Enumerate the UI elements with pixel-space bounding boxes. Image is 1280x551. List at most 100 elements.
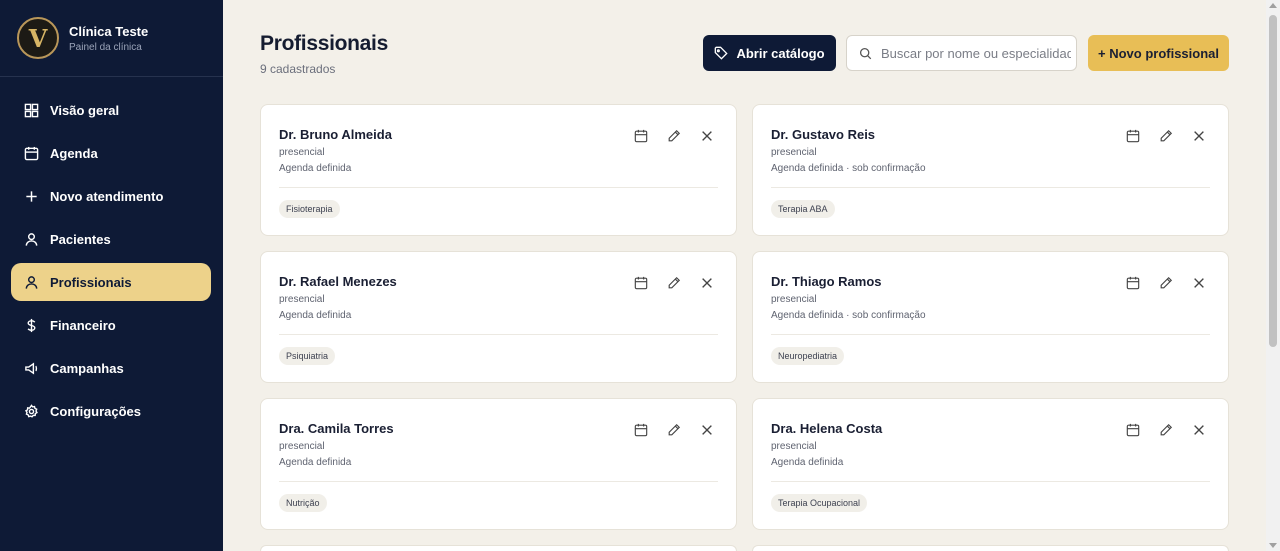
- professional-name: Dr. Rafael Menezes: [279, 274, 397, 289]
- sidebar-item-label: Financeiro: [50, 317, 116, 333]
- schedule-status: Agenda definida: [279, 163, 352, 174]
- schedule-button[interactable]: [634, 276, 648, 290]
- card-divider: [279, 334, 718, 335]
- professional-card: [260, 545, 737, 551]
- pencil-icon: [668, 129, 681, 142]
- dashboard-icon: [24, 103, 39, 117]
- megaphone-icon: [25, 361, 38, 375]
- service-mode: presencial: [771, 441, 817, 452]
- remove-button[interactable]: [1192, 129, 1206, 143]
- edit-button[interactable]: [1159, 129, 1173, 143]
- edit-button[interactable]: [667, 276, 681, 290]
- sidebar-item-visao-geral[interactable]: Visão geral: [11, 91, 211, 129]
- edit-button[interactable]: [1159, 276, 1173, 290]
- card-divider: [771, 481, 1210, 482]
- schedule-button[interactable]: [634, 423, 648, 437]
- sidebar: V Clínica Teste Painel da clínica Visão …: [0, 0, 223, 551]
- plus-icon: [26, 190, 37, 202]
- pencil-icon: [1160, 129, 1173, 142]
- card-divider: [279, 187, 718, 188]
- calendar-icon: [1126, 129, 1140, 143]
- edit-button[interactable]: [1159, 423, 1173, 437]
- pencil-icon: [1160, 276, 1173, 289]
- service-mode: presencial: [771, 294, 817, 305]
- close-icon: [1194, 425, 1204, 435]
- clinic-subtitle: Painel da clínica: [69, 41, 142, 53]
- schedule-button[interactable]: [1126, 423, 1140, 437]
- sidebar-item-label: Pacientes: [50, 231, 111, 247]
- sidebar-item-configuracoes[interactable]: Configurações: [11, 392, 211, 430]
- specialty-badge: Fisioterapia: [279, 200, 340, 218]
- sidebar-item-label: Campanhas: [50, 360, 124, 376]
- professional-count: 9 cadastrados: [260, 62, 336, 76]
- service-mode: presencial: [771, 147, 817, 158]
- professional-name: Dr. Thiago Ramos: [771, 274, 882, 289]
- sidebar-item-profissionais[interactable]: Profissionais: [11, 263, 211, 301]
- remove-button[interactable]: [700, 276, 714, 290]
- close-icon: [702, 131, 712, 141]
- professional-card: Dra. Camila Torres presencial Agenda def…: [260, 398, 737, 530]
- scrollbar[interactable]: [1266, 0, 1280, 551]
- scroll-thumb[interactable]: [1269, 15, 1277, 347]
- new-professional-button[interactable]: + Novo profissional: [1088, 35, 1229, 71]
- professional-name: Dra. Camila Torres: [279, 421, 394, 436]
- sidebar-nav: Visão geral Agenda Novo atendimento Paci…: [11, 91, 211, 435]
- schedule-status: Agenda definida · sob confirmação: [771, 310, 926, 321]
- card-divider: [771, 334, 1210, 335]
- scroll-up-arrow[interactable]: [1269, 3, 1277, 8]
- calendar-icon: [634, 276, 648, 290]
- search-input[interactable]: [881, 45, 1071, 61]
- schedule-status: Agenda definida · sob confirmação: [771, 163, 926, 174]
- service-mode: presencial: [279, 147, 325, 158]
- close-icon: [1194, 278, 1204, 288]
- card-divider: [771, 187, 1210, 188]
- remove-button[interactable]: [1192, 276, 1206, 290]
- specialty-badge: Terapia ABA: [771, 200, 835, 218]
- sidebar-item-label: Novo atendimento: [50, 188, 164, 204]
- open-catalog-button[interactable]: Abrir catálogo: [703, 35, 836, 71]
- close-icon: [702, 425, 712, 435]
- specialty-badge: Psiquiatria: [279, 347, 336, 365]
- remove-button[interactable]: [700, 129, 714, 143]
- professional-card: Dr. Gustavo Reis presencial Agenda defin…: [752, 104, 1229, 236]
- service-mode: presencial: [279, 441, 325, 452]
- page-title: Profissionais: [260, 32, 388, 55]
- sidebar-item-pacientes[interactable]: Pacientes: [11, 220, 211, 258]
- scroll-down-arrow[interactable]: [1269, 543, 1277, 548]
- edit-button[interactable]: [667, 129, 681, 143]
- pencil-icon: [1160, 423, 1173, 436]
- clinic-logo: V: [17, 17, 59, 59]
- close-icon: [702, 278, 712, 288]
- service-mode: presencial: [279, 294, 325, 305]
- tag-icon: [715, 46, 729, 60]
- sidebar-item-label: Configurações: [50, 403, 142, 419]
- professional-name: Dr. Bruno Almeida: [279, 127, 392, 142]
- schedule-button[interactable]: [1126, 276, 1140, 290]
- calendar-icon: [1126, 276, 1140, 290]
- specialty-badge: Terapia Ocupacional: [771, 494, 868, 512]
- sidebar-item-agenda[interactable]: Agenda: [11, 134, 211, 172]
- card-divider: [279, 481, 718, 482]
- sidebar-item-financeiro[interactable]: Financeiro: [11, 306, 211, 344]
- edit-button[interactable]: [667, 423, 681, 437]
- search-icon: [859, 47, 872, 59]
- clinic-name: Clínica Teste: [69, 23, 149, 39]
- calendar-icon: [24, 146, 39, 160]
- professional-name: Dra. Helena Costa: [771, 421, 883, 436]
- remove-button[interactable]: [700, 423, 714, 437]
- schedule-status: Agenda definida: [279, 310, 352, 321]
- calendar-icon: [634, 129, 648, 143]
- schedule-button[interactable]: [1126, 129, 1140, 143]
- sidebar-item-campanhas[interactable]: Campanhas: [11, 349, 211, 387]
- gear-icon: [24, 403, 38, 418]
- user-icon: [25, 232, 38, 246]
- professional-card: Dr. Thiago Ramos presencial Agenda defin…: [752, 251, 1229, 383]
- sidebar-item-label: Visão geral: [50, 102, 120, 118]
- user-icon: [25, 275, 38, 289]
- remove-button[interactable]: [1192, 423, 1206, 437]
- schedule-button[interactable]: [634, 129, 648, 143]
- professional-card: Dr. Rafael Menezes presencial Agenda def…: [260, 251, 737, 383]
- schedule-status: Agenda definida: [279, 457, 352, 468]
- sidebar-item-novo-atendimento[interactable]: Novo atendimento: [11, 177, 211, 215]
- calendar-icon: [1126, 423, 1140, 437]
